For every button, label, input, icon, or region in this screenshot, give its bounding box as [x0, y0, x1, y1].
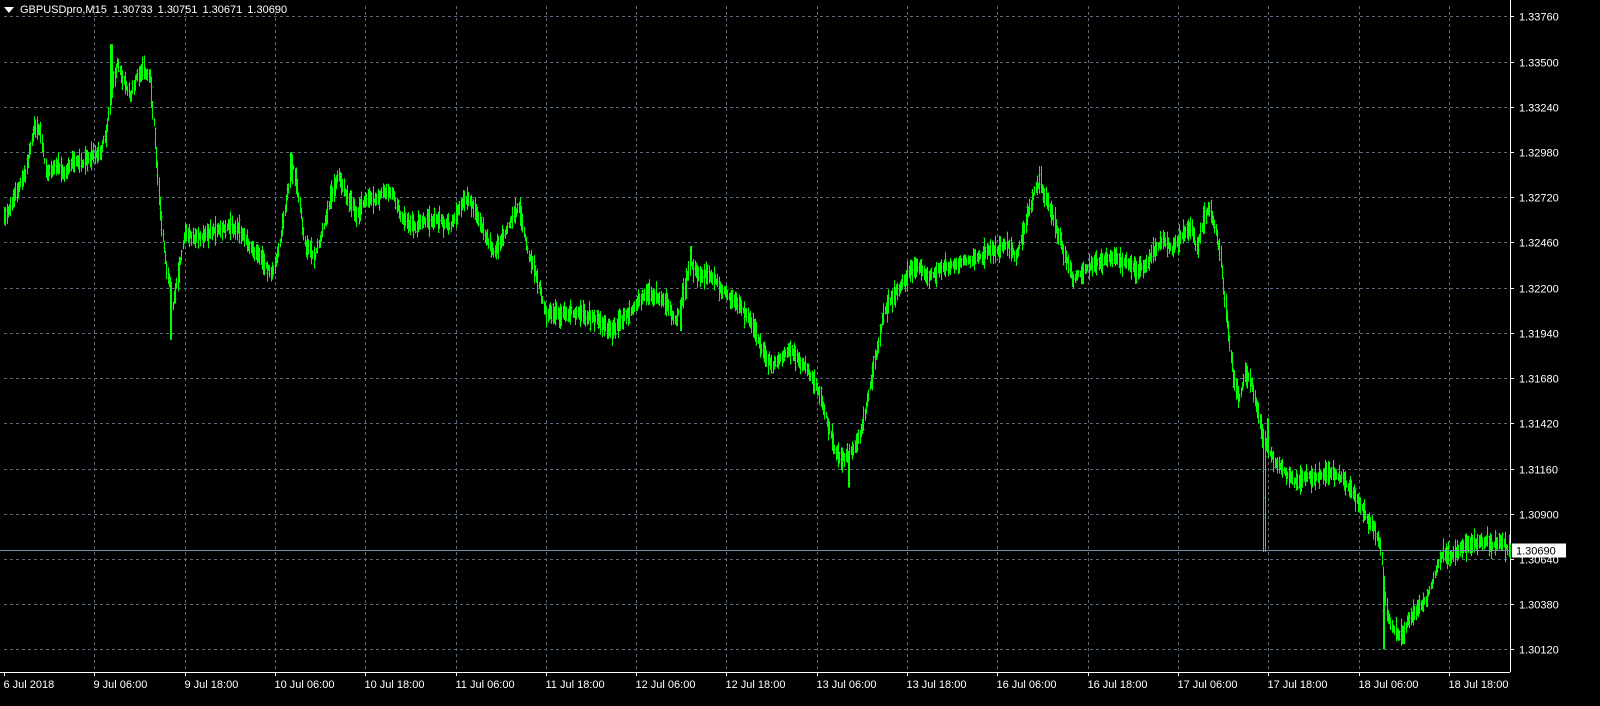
price-bars — [3, 44, 1512, 650]
open-value: 1.30733 — [112, 4, 153, 16]
y-tick-label: 1.32980 — [1519, 148, 1559, 160]
current-price-tag: 1.30690 — [1512, 543, 1566, 558]
price-axis-labels: 1.33760 1.33500 1.33240 1.32980 1.32720 1.324… — [1519, 12, 1559, 657]
x-tick-label: 9 Jul 06:00 — [94, 679, 148, 691]
symbol-label: GBPUSDpro,M15 — [20, 4, 107, 16]
current-price-tag-label: 1.30690 — [1516, 546, 1556, 558]
close-value: 1.30690 — [247, 4, 288, 16]
y-tick-label: 1.31420 — [1519, 419, 1559, 431]
ohlc-values: 1.30733 1.30751 1.30671 1.30690 — [111, 2, 287, 18]
y-tick-label: 1.33760 — [1519, 12, 1559, 24]
x-tick-label: 12 Jul 18:00 — [726, 679, 786, 691]
y-tick-label: 1.30120 — [1519, 645, 1559, 657]
x-tick-label: 6 Jul 2018 — [4, 679, 55, 691]
time-axis-labels: 6 Jul 2018 9 Jul 06:00 9 Jul 18:00 10 Jul 0… — [4, 679, 1509, 691]
x-tick-label: 10 Jul 06:00 — [275, 679, 335, 691]
x-tick-label: 12 Jul 06:00 — [636, 679, 696, 691]
chart-window[interactable]: 1.33760 1.33500 1.33240 1.32980 1.32720 1.324… — [0, 0, 1600, 706]
high-value: 1.30751 — [157, 4, 198, 16]
x-tick-label: 16 Jul 18:00 — [1088, 679, 1148, 691]
x-tick-label: 11 Jul 18:00 — [546, 679, 605, 691]
x-tick-label: 13 Jul 06:00 — [817, 679, 877, 691]
y-tick-label: 1.30900 — [1519, 510, 1559, 522]
x-tick-label: 16 Jul 06:00 — [997, 679, 1057, 691]
x-tick-label: 13 Jul 18:00 — [907, 679, 967, 691]
y-tick-label: 1.33500 — [1519, 58, 1559, 70]
x-tick-label: 10 Jul 18:00 — [365, 679, 425, 691]
x-tick-label: 18 Jul 18:00 — [1449, 679, 1509, 691]
price-chart[interactable]: 1.33760 1.33500 1.33240 1.32980 1.32720 1.324… — [0, 0, 1600, 706]
chart-header: GBPUSDpro,M15 1.30733 1.30751 1.30671 1.… — [4, 2, 287, 18]
low-value: 1.30671 — [202, 4, 243, 16]
y-tick-label: 1.33240 — [1519, 103, 1559, 115]
y-tick-label: 1.32460 — [1519, 238, 1559, 250]
x-tick-label: 17 Jul 06:00 — [1178, 679, 1238, 691]
x-tick-label: 17 Jul 18:00 — [1268, 679, 1328, 691]
y-tick-label: 1.30380 — [1519, 600, 1559, 612]
y-tick-label: 1.32200 — [1519, 284, 1559, 296]
dropdown-triangle-icon[interactable] — [4, 7, 14, 13]
y-tick-label: 1.31680 — [1519, 374, 1559, 386]
x-tick-label: 9 Jul 18:00 — [185, 679, 239, 691]
x-tick-label: 11 Jul 06:00 — [456, 679, 515, 691]
x-tick-label: 18 Jul 06:00 — [1359, 679, 1419, 691]
y-tick-label: 1.31940 — [1519, 329, 1559, 341]
y-tick-label: 1.31160 — [1519, 465, 1558, 477]
y-tick-label: 1.32720 — [1519, 193, 1559, 205]
